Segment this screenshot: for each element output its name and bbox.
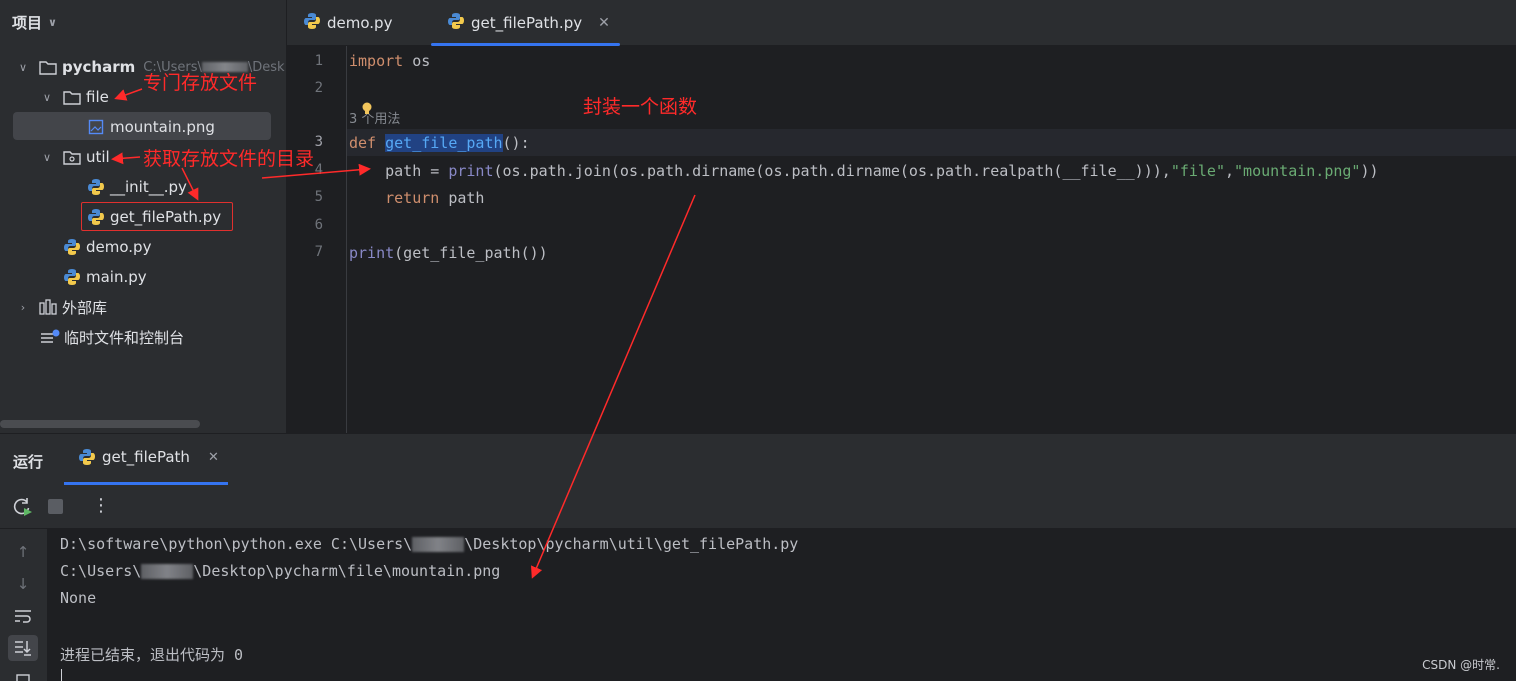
arrow-down-icon[interactable]: ↓ bbox=[8, 571, 38, 597]
console-output[interactable]: D:\software\python\python.exe C:\Users\ \… bbox=[47, 529, 1516, 681]
horizontal-scrollbar[interactable] bbox=[0, 420, 200, 428]
redacted-username bbox=[412, 537, 465, 552]
chevron-down-icon: ∨ bbox=[42, 90, 52, 104]
code-editor[interactable]: 1 2 3 4 5 6 7 import os 3 个用法 def get_fi… bbox=[287, 46, 1516, 433]
tree-item-external-libraries[interactable]: › 外部库 bbox=[16, 293, 107, 321]
annotation-func-note: 封装一个函数 bbox=[583, 96, 698, 118]
run-toolbar: ⋮ bbox=[0, 485, 1516, 529]
annotation-file-note: 专门存放文件 bbox=[143, 72, 258, 94]
python-file-icon bbox=[78, 448, 96, 466]
console-line: D:\software\python\python.exe C:\Users\ \… bbox=[60, 535, 799, 553]
tree-item-label: util bbox=[86, 148, 110, 166]
run-panel-title: 运行 bbox=[13, 453, 44, 471]
scratch-console-icon bbox=[40, 328, 60, 346]
more-options-icon[interactable]: ⋮ bbox=[92, 495, 110, 516]
tree-item-label: 临时文件和控制台 bbox=[64, 328, 185, 347]
image-file-icon bbox=[86, 118, 106, 136]
python-file-icon bbox=[62, 238, 82, 256]
annotation-box bbox=[81, 202, 233, 231]
text-cursor bbox=[61, 669, 62, 681]
chevron-right-icon: › bbox=[20, 300, 26, 314]
tree-item-label: main.py bbox=[86, 268, 147, 286]
tab-get-filepath-py[interactable]: get_filePath.py ✕ bbox=[447, 0, 610, 46]
code-line-4: path = print(os.path.join(os.path.dirnam… bbox=[349, 162, 1379, 180]
python-file-icon bbox=[303, 12, 321, 34]
code-line-1: import os bbox=[349, 52, 431, 70]
tree-item-file[interactable]: ∨ file bbox=[40, 83, 109, 111]
python-file-icon bbox=[447, 12, 465, 34]
tab-label: get_filePath.py bbox=[471, 14, 583, 32]
editor-tab-bar: demo.py get_filePath.py ✕ bbox=[287, 0, 1516, 46]
watermark: CSDN @时常. bbox=[1422, 658, 1500, 672]
run-panel-header: 运行 get_filePath ✕ bbox=[0, 433, 1516, 485]
tree-item-demo-py[interactable]: demo.py bbox=[62, 233, 151, 261]
folder-icon bbox=[62, 88, 82, 106]
chevron-down-icon: ∨ bbox=[18, 60, 28, 74]
stop-icon[interactable] bbox=[48, 499, 63, 514]
console-line: None bbox=[60, 589, 97, 607]
folder-icon bbox=[38, 58, 58, 76]
run-side-toolbar: ↑ ↓ bbox=[0, 529, 47, 681]
annotation-util-note: 获取存放文件的目录 bbox=[143, 148, 315, 170]
run-tab-get-filepath[interactable]: get_filePath ✕ bbox=[78, 448, 219, 466]
line-number: 1 bbox=[314, 53, 323, 69]
line-number: 5 bbox=[314, 189, 323, 205]
tree-item-label: file bbox=[86, 88, 109, 106]
usage-hint[interactable]: 3 个用法 bbox=[349, 108, 400, 127]
tree-item-util[interactable]: ∨ util bbox=[40, 143, 110, 171]
line-number-gutter: 1 2 3 4 5 6 7 bbox=[287, 46, 347, 433]
chevron-down-icon: ∨ bbox=[48, 15, 57, 29]
tree-item-label: demo.py bbox=[86, 238, 152, 256]
code-line-3: def get_file_path(): bbox=[349, 134, 530, 152]
lightbulb-icon[interactable] bbox=[361, 102, 373, 116]
line-number: 2 bbox=[314, 80, 323, 96]
code-line-7: print(get_file_path()) bbox=[349, 244, 548, 262]
project-title: 项目 bbox=[12, 13, 43, 32]
close-icon[interactable]: ✕ bbox=[598, 15, 610, 31]
tree-item-label: __init__.py bbox=[110, 178, 187, 196]
rerun-icon[interactable] bbox=[12, 497, 34, 521]
print-icon[interactable] bbox=[8, 667, 38, 681]
package-folder-icon bbox=[62, 148, 82, 166]
tree-item-label: pycharm bbox=[62, 58, 136, 76]
redacted-username bbox=[141, 564, 194, 579]
python-file-icon bbox=[62, 268, 82, 286]
console-line: 进程已结束，退出代码为 0 bbox=[60, 646, 244, 664]
tree-item-init-py[interactable]: __init__.py bbox=[86, 173, 187, 201]
line-number: 6 bbox=[314, 217, 323, 233]
chevron-down-icon: ∨ bbox=[42, 150, 52, 164]
line-number: 7 bbox=[314, 244, 323, 260]
library-icon bbox=[38, 298, 58, 316]
console-line: C:\Users\ \Desktop\pycharm\file\mountain.… bbox=[60, 562, 501, 580]
tree-item-scratches-consoles[interactable]: 临时文件和控制台 bbox=[40, 323, 184, 351]
tab-demo-py[interactable]: demo.py bbox=[303, 0, 392, 46]
close-icon[interactable]: ✕ bbox=[208, 450, 219, 465]
tree-item-label: mountain.png bbox=[110, 118, 215, 136]
scroll-to-end-icon[interactable] bbox=[8, 635, 38, 661]
tree-item-main-py[interactable]: main.py bbox=[62, 263, 147, 291]
arrow-up-icon[interactable]: ↑ bbox=[8, 539, 38, 565]
tree-item-mountain-png[interactable]: mountain.png bbox=[86, 113, 215, 141]
run-tab-label: get_filePath bbox=[102, 448, 190, 466]
python-file-icon bbox=[86, 178, 106, 196]
soft-wrap-icon[interactable] bbox=[8, 603, 38, 629]
tab-label: demo.py bbox=[327, 14, 393, 32]
code-line-5: return path bbox=[349, 189, 485, 207]
tree-item-label: 外部库 bbox=[62, 298, 108, 317]
project-panel-header[interactable]: 项目 ∨ bbox=[12, 10, 57, 34]
